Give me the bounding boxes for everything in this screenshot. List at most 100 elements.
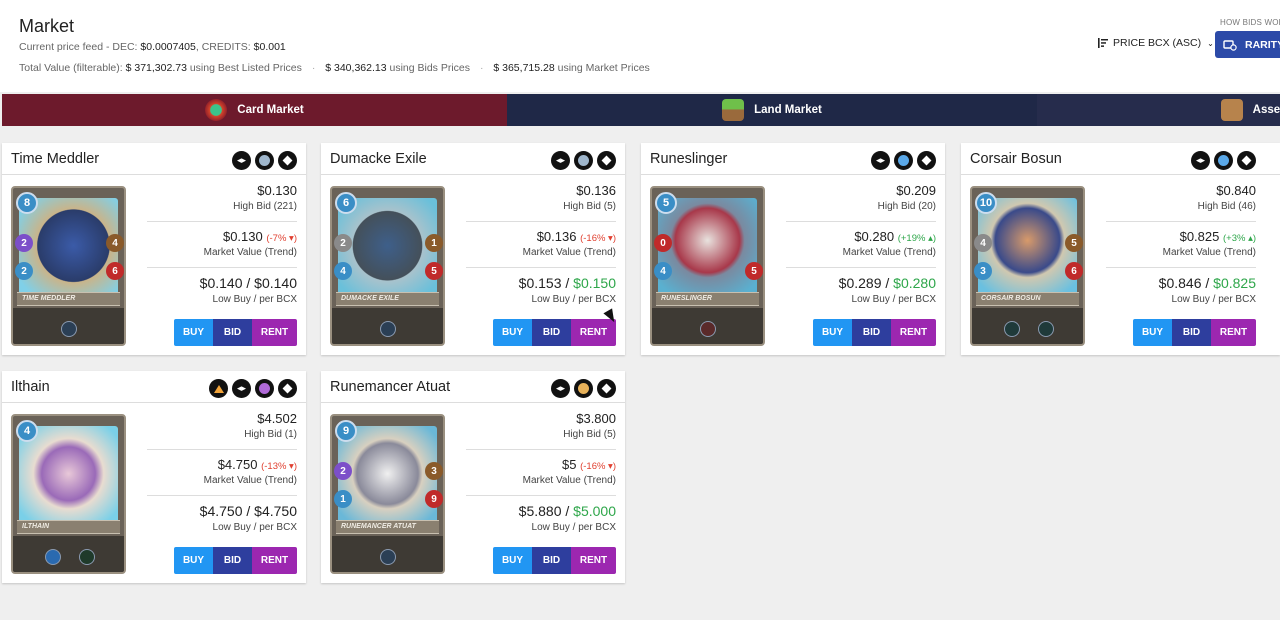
rent-button[interactable]: RENT	[252, 319, 297, 346]
card-name: Runeslinger	[650, 151, 728, 167]
card-icons: ◂▸	[232, 151, 297, 170]
divider	[147, 267, 297, 268]
card-header: Corsair Bosun ◂▸	[961, 143, 1280, 175]
card-name: Dumacke Exile	[330, 151, 427, 167]
card-actions: BUY BID RENT	[813, 319, 936, 346]
market-value: $0.130	[222, 229, 263, 244]
mana-cost: 10	[975, 192, 997, 214]
card-art	[338, 198, 437, 304]
divider	[786, 221, 936, 222]
sort-label: PRICE BCX (ASC)	[1113, 37, 1202, 49]
divider	[1106, 221, 1256, 222]
buy-button[interactable]: BUY	[493, 547, 532, 574]
card-image[interactable]: 4 Ilthain	[11, 414, 126, 574]
rarity-icon	[1223, 39, 1237, 51]
asset-market-icon	[1220, 99, 1243, 121]
listed-price: $3.800	[576, 411, 616, 426]
rarity-icon	[917, 151, 936, 170]
bid-button[interactable]: BID	[532, 547, 571, 574]
listed-price: $4.502	[257, 411, 297, 426]
page-title: Market	[19, 16, 75, 36]
card-image[interactable]: 9 2 1 3 9 Runemancer Atuat	[330, 414, 445, 574]
card-header: Runeslinger ◂▸	[641, 143, 945, 175]
bid-button[interactable]: BID	[852, 319, 891, 346]
ability-icon	[1038, 321, 1054, 337]
card-banner: Corsair Bosun	[976, 292, 1079, 306]
speed-stat: 2	[334, 234, 352, 252]
ability-icon	[380, 321, 396, 337]
market-card: Runemancer Atuat ◂▸ 9 2 1 3 9 Runemancer…	[321, 371, 625, 583]
divider	[466, 495, 616, 496]
card-name: Time Meddler	[11, 151, 100, 167]
card-image[interactable]: 5 0 4 5 Runeslinger	[650, 186, 765, 346]
card-icons: ◂▸	[551, 151, 616, 170]
total-bids-label: using Bids Prices	[389, 62, 471, 74]
tab-card-market[interactable]: Card Market	[2, 94, 507, 126]
element-icon	[1214, 151, 1233, 170]
per-bcx: $5.000	[573, 503, 616, 519]
magic-stat: 4	[654, 262, 672, 280]
land-market-icon	[722, 99, 745, 121]
card-actions: BUY BID RENT	[1133, 319, 1256, 346]
low-buy-label: Low Buy / per BCX	[212, 522, 297, 533]
market-value: $0.825	[1179, 229, 1220, 244]
card-base	[13, 536, 124, 572]
low-buy-label: Low Buy / per BCX	[1171, 294, 1256, 305]
rent-button[interactable]: RENT	[891, 319, 936, 346]
card-name: Ilthain	[11, 379, 50, 395]
sort-dropdown[interactable]: PRICE BCX (ASC) ⌄	[1097, 37, 1214, 49]
mana-cost: 4	[16, 420, 38, 442]
element-icon	[255, 151, 274, 170]
bid-button[interactable]: BID	[213, 319, 252, 346]
low-buy-label: Low Buy / per BCX	[851, 294, 936, 305]
card-image[interactable]: 8 2 2 4 6 Time Meddler	[11, 186, 126, 346]
market-card: Time Meddler ◂▸ 8 2 2 4 6 Time Meddler $…	[2, 143, 306, 355]
rent-button[interactable]: RENT	[571, 547, 616, 574]
card-prices: $0.840 High Bid (46) $0.825 (+3% ▴) Mark…	[1106, 183, 1256, 306]
high-bid: High Bid (20)	[877, 201, 936, 212]
separator-dot: ·	[479, 62, 484, 74]
high-bid: High Bid (221)	[233, 201, 297, 212]
card-banner: Dumacke Exile	[336, 292, 439, 306]
card-art	[19, 426, 118, 532]
rarity-button[interactable]: RARITY	[1215, 31, 1280, 58]
market-card: Dumacke Exile ◂▸ 6 2 4 1 5 Dumacke Exile…	[321, 143, 625, 355]
attack-stat: 0	[654, 234, 672, 252]
rarity-label: RARITY	[1245, 38, 1280, 51]
low-buy-label: Low Buy / per BCX	[212, 294, 297, 305]
divider	[466, 267, 616, 268]
card-image[interactable]: 6 2 4 1 5 Dumacke Exile	[330, 186, 445, 346]
buy-button[interactable]: BUY	[493, 319, 532, 346]
health-stat: 5	[745, 262, 763, 280]
market-value-label: Market Value (Trend)	[522, 247, 616, 258]
rent-button[interactable]: RENT	[1211, 319, 1256, 346]
bid-button[interactable]: BID	[213, 547, 252, 574]
card-image[interactable]: 10 4 3 5 6 Corsair Bosun	[970, 186, 1085, 346]
health-stat: 5	[425, 262, 443, 280]
card-icons: ◂▸	[551, 379, 616, 398]
card-actions: BUY BID RENT	[493, 319, 616, 346]
tab-asset-market-label: Asset	[1252, 104, 1280, 116]
health-stat: 9	[425, 490, 443, 508]
tab-land-market[interactable]: Land Market	[507, 94, 1037, 126]
armor-stat: 5	[1065, 234, 1083, 252]
buy-button[interactable]: BUY	[813, 319, 852, 346]
how-bids-link[interactable]: HOW BIDS WOR	[1220, 18, 1280, 27]
divider	[147, 449, 297, 450]
listed-price: $0.130	[257, 183, 297, 198]
bid-button[interactable]: BID	[532, 319, 571, 346]
ability-icon	[61, 321, 77, 337]
buy-button[interactable]: BUY	[174, 547, 213, 574]
edition-icon: ◂▸	[232, 151, 251, 170]
market-value: $5	[561, 457, 577, 472]
tab-asset-market[interactable]: Asset	[1037, 94, 1280, 126]
card-art	[978, 198, 1077, 304]
speed-stat: 2	[15, 234, 33, 252]
bid-button[interactable]: BID	[1172, 319, 1211, 346]
edition-icon: ◂▸	[551, 379, 570, 398]
card-prices: $0.209 High Bid (20) $0.280 (+19% ▴) Mar…	[786, 183, 936, 306]
market-card: Corsair Bosun ◂▸ 10 4 3 5 6 Corsair Bosu…	[961, 143, 1280, 355]
buy-button[interactable]: BUY	[1133, 319, 1172, 346]
rent-button[interactable]: RENT	[252, 547, 297, 574]
buy-button[interactable]: BUY	[174, 319, 213, 346]
